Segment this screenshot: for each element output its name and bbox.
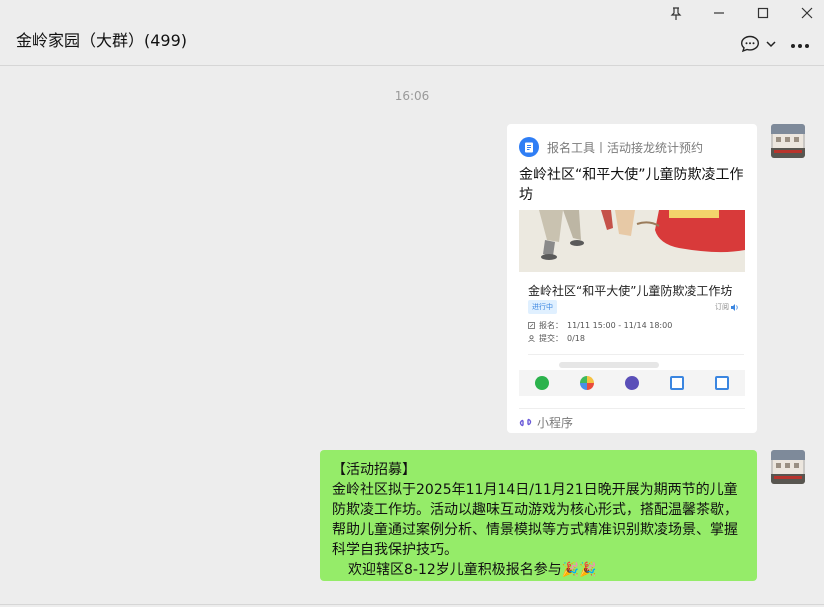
link-icon xyxy=(624,376,639,390)
close-window-button[interactable] xyxy=(796,4,818,22)
chevron-down-icon xyxy=(766,40,776,47)
preview-activity-title: 金岭社区“和平大使”儿童防欺凌工作坊 xyxy=(528,284,733,298)
qr-code-icon xyxy=(670,376,685,390)
more-icon xyxy=(791,44,809,48)
form-tool-icon xyxy=(519,137,539,157)
edit-icon xyxy=(528,322,535,329)
preview-next-item-placeholder xyxy=(559,362,659,368)
subscribe-label: 订阅 xyxy=(715,303,729,311)
mini-program-source: 报名工具丨活动接龙统计预约 xyxy=(519,137,703,157)
submit-count: 0/18 xyxy=(567,334,585,343)
preview-banner-image xyxy=(519,210,745,272)
preview-divider xyxy=(528,354,744,355)
subscribe-link: 订阅 xyxy=(715,302,739,312)
minimize-icon xyxy=(714,12,724,14)
card-divider xyxy=(519,408,745,409)
signup-label: 报名： xyxy=(539,321,563,330)
mini-program-card[interactable]: 报名工具丨活动接龙统计预约 金岭社区“和平大使”儿童防欺凌工作坊 金岭社区“和平… xyxy=(507,124,757,433)
avatar-image xyxy=(771,124,805,158)
avatar-image xyxy=(771,450,805,484)
text-message-bubble[interactable]: 【活动招募】 金岭社区拟于2025年11月14日/11月21日晚开展为期两节的儿… xyxy=(320,450,757,581)
preview-share-bar xyxy=(519,370,745,396)
submit-count-row: 提交： 0/18 xyxy=(528,333,585,344)
mini-program-footer: 小程序 xyxy=(519,414,573,431)
wechat-icon xyxy=(534,376,549,390)
status-badge: 进行中 xyxy=(528,300,557,314)
message-body: 金岭社区拟于2025年11月14日/11月21日晚开展为期两节的儿童防欺凌工作坊… xyxy=(332,482,738,558)
submit-label: 提交： xyxy=(539,334,563,343)
input-area-divider xyxy=(0,604,824,605)
maximize-button[interactable] xyxy=(752,4,774,22)
mini-program-title: 金岭社区“和平大使”儿童防欺凌工作坊 xyxy=(519,167,744,203)
chat-header: 金岭家园（大群）(499) xyxy=(0,0,824,66)
chat-title: 金岭家园（大群）(499) xyxy=(16,31,188,50)
user-icon xyxy=(528,335,535,342)
mini-program-label: 小程序 xyxy=(537,416,574,430)
pin-window-button[interactable] xyxy=(665,4,687,22)
mini-program-preview: 金岭社区“和平大使”儿童防欺凌工作坊 进行中 订阅 报名： 11/11 15:0… xyxy=(519,210,745,396)
minimize-button[interactable] xyxy=(708,4,730,22)
avatar[interactable] xyxy=(771,450,805,484)
moments-icon xyxy=(579,376,594,390)
speaker-icon xyxy=(731,303,738,311)
avatar[interactable] xyxy=(771,124,805,158)
message-timestamp: 16:06 xyxy=(394,89,430,103)
chat-bubble-icon xyxy=(740,35,760,52)
message-heading: 【活动招募】 xyxy=(332,462,416,478)
signup-time: 11/11 15:00 - 11/14 18:00 xyxy=(567,321,673,330)
close-icon xyxy=(801,7,813,19)
signup-time-row: 报名： 11/11 15:00 - 11/14 18:00 xyxy=(528,320,672,331)
chat-info-button[interactable] xyxy=(740,35,776,53)
maximize-icon xyxy=(757,7,769,19)
mini-program-icon xyxy=(519,418,532,427)
document-icon xyxy=(715,376,730,390)
more-button[interactable] xyxy=(790,34,810,53)
mini-program-source-label: 报名工具丨活动接龙统计预约 xyxy=(547,140,704,155)
message-invite: 欢迎辖区8-12岁儿童积极报名参与🎉🎉 xyxy=(348,562,597,578)
pin-icon xyxy=(670,6,682,20)
